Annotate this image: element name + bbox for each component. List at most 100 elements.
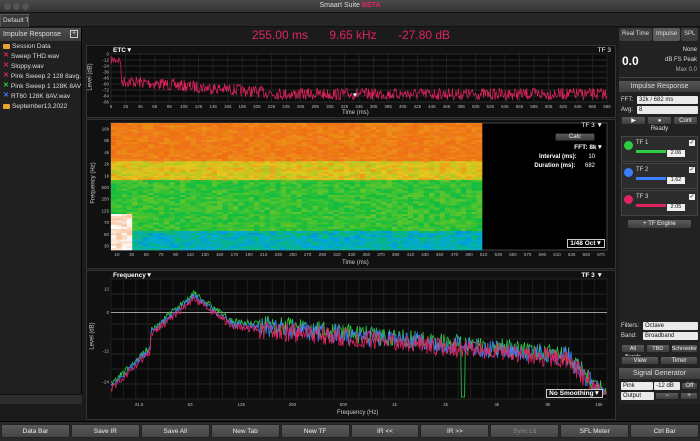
list-item[interactable]: ✕ Sloppy.wav	[0, 61, 81, 71]
trace-delay-slider[interactable]	[636, 177, 666, 180]
tab-default[interactable]: Default Tab	[0, 14, 29, 27]
tab-timer[interactable]: Timer	[660, 355, 698, 365]
cursor-marker-icon[interactable]: ♥	[353, 92, 357, 99]
calc-button[interactable]: Calc	[555, 133, 595, 141]
trace-1[interactable]: TF 1 2.06 ✓	[621, 136, 698, 162]
duration-value[interactable]: 682	[585, 163, 595, 169]
bottom-button-new-tab[interactable]: New Tab	[210, 424, 280, 438]
tab-spl[interactable]: SPL	[681, 28, 699, 41]
trace-color-dot[interactable]	[624, 195, 633, 204]
generator-signal-select[interactable]: Pink Noise	[621, 382, 654, 397]
trace-delay-value[interactable]: 2.06	[667, 150, 685, 157]
remove-icon[interactable]: ✕	[3, 62, 9, 69]
frequency-plot[interactable]: 12 0 -12 -24 31.5 63 125 250 500 1k 2k 4k 8k 16k Freq…	[86, 270, 616, 420]
fft-size-dropdown[interactable]: FFT: 8k▼	[574, 144, 603, 151]
spectrograph-heatmap	[111, 123, 483, 251]
spectrograph-x-tick: 110	[187, 252, 195, 257]
trace-color-dot[interactable]	[624, 141, 633, 150]
filters-row: Filters: Octave	[619, 321, 700, 331]
bottom-button-ctrl-bar[interactable]: Ctrl Bar	[630, 424, 700, 438]
list-item[interactable]: ✕ RT60 128K 8AV.wav	[0, 91, 81, 101]
list-item[interactable]: ✕ Sweep THD.wav	[0, 51, 81, 61]
remove-icon[interactable]: ✕	[3, 82, 9, 89]
tab-tbd[interactable]: TBD	[645, 343, 670, 353]
trace-3[interactable]: TF 3 2.05 ✓	[621, 190, 698, 216]
spectrograph-x-tick: 590	[539, 252, 547, 257]
tab-schroeder[interactable]: Schroeder	[670, 343, 699, 353]
spectrograph-x-tick: 150	[216, 252, 224, 257]
etc-y-tick: -12	[102, 58, 109, 63]
list-item[interactable]: ✕Pink Sweep 2 128 8avg.wav	[0, 71, 81, 81]
spl-value: 0.0	[622, 54, 639, 68]
trace-delay-slider[interactable]	[636, 204, 666, 207]
tab-all-bands[interactable]: All Bands	[621, 343, 645, 360]
generator-output-select[interactable]: Output	[621, 392, 655, 400]
bottom-button-sfl-meter[interactable]: SFL Meter	[560, 424, 630, 438]
spectrograph-x-tick: 430	[421, 252, 429, 257]
bottom-button-new-tf[interactable]: New TF	[280, 424, 350, 438]
etc-x-tick: 565	[516, 104, 524, 109]
spectrograph-trace-label[interactable]: TF 3 ▼	[581, 122, 603, 129]
list-item-label: Sloppy.wav	[11, 62, 44, 70]
list-item[interactable]: ✕Pink Sweep 1 128K 8AVG.wav	[0, 81, 81, 91]
frequency-plot-title[interactable]: Frequency▼	[113, 272, 152, 279]
remove-icon[interactable]: ✕	[3, 72, 9, 79]
level-plus-button[interactable]: +	[680, 392, 698, 400]
filters-block: Filters: Octave Band: Broadband All Band…	[619, 321, 700, 401]
bottom-button-save-ir[interactable]: Save IR	[70, 424, 140, 438]
frequency-smoothing-dropdown[interactable]: No Smoothing▼	[546, 389, 603, 398]
play-button[interactable]: ▶	[621, 116, 646, 125]
spectrograph-x-tick: 550	[509, 252, 517, 257]
level-minus-button[interactable]: −	[655, 392, 680, 400]
trace-visible-checkbox[interactable]: ✓	[689, 167, 695, 173]
interval-value[interactable]: 10	[588, 154, 595, 160]
frequency-x-tick: 16k	[595, 402, 603, 407]
transport-row: ▶ ● Cont	[619, 115, 700, 126]
app-title-text: Smaart Suite	[319, 2, 360, 9]
spectrograph-smoothing-dropdown[interactable]: 1/48 Oct▼	[567, 239, 605, 248]
trace-color-dot[interactable]	[624, 168, 633, 177]
bottom-button-ir-[interactable]: IR <<	[350, 424, 420, 438]
etc-plot[interactable]: 0 -12 -24 -36 -48 -60 -72 -84 -96 5 25 45 65 85 105 125…	[86, 45, 616, 118]
frequency-y-tick: 12	[104, 287, 110, 292]
spectrograph-plot[interactable]: 16k 8k 4k 2k 1k 500 250 125 70 50 30 10 30 50 70 90 110 1…	[86, 119, 616, 269]
band-select[interactable]: Broadband	[643, 332, 698, 340]
tab-real-time[interactable]: Real Time	[619, 28, 653, 41]
add-icon[interactable]: +	[70, 30, 78, 38]
trace-delay-value[interactable]: 1.62	[667, 177, 685, 184]
list-item[interactable]: Session Data	[0, 41, 81, 51]
spl-none: None	[682, 47, 697, 53]
trace-visible-checkbox[interactable]: ✓	[689, 140, 695, 146]
spectrograph-canvas: 16k 8k 4k 2k 1k 500 250 125 70 50 30 10 30 50 70 90 110 1…	[101, 122, 608, 257]
cont-button[interactable]: Cont	[673, 116, 698, 125]
spectrograph-y-axis-label: Frequency (Hz)	[90, 162, 97, 204]
bottom-button-save-all[interactable]: Save All	[140, 424, 210, 438]
list-item[interactable]: September13.2022	[0, 101, 81, 111]
spectrograph-x-tick: 230	[275, 252, 283, 257]
list-item-label: Sweep THD.wav	[11, 52, 60, 60]
fft-select[interactable]: 32k / 682 ms	[637, 96, 698, 104]
single-button[interactable]: ●	[647, 116, 672, 125]
trace-delay-slider[interactable]	[636, 150, 666, 153]
tab-view[interactable]: View	[621, 355, 659, 365]
generator-level-field[interactable]: -12 dB	[654, 382, 680, 390]
bottom-button-data-bar[interactable]: Data Bar	[1, 424, 70, 438]
tab-impulse[interactable]: Impulse	[653, 28, 681, 41]
etc-plot-title[interactable]: ETC▼	[113, 47, 132, 54]
generator-toggle[interactable]: Off	[680, 382, 699, 390]
frequency-trace-label[interactable]: TF 3 ▼	[581, 272, 603, 279]
bottom-button-sync-ld[interactable]: Sync Ld	[490, 424, 560, 438]
etc-x-tick: 505	[472, 104, 480, 109]
bottom-button-ir-[interactable]: IR >>	[420, 424, 490, 438]
filters-select[interactable]: Octave	[643, 322, 698, 330]
tf-engine-button[interactable]: + TF Engine	[627, 219, 692, 229]
trace-2[interactable]: TF 2 1.62 ✓	[621, 163, 698, 189]
remove-icon[interactable]: ✕	[3, 52, 9, 59]
remove-icon[interactable]: ✕	[3, 92, 9, 99]
avg-select[interactable]: 8	[637, 106, 698, 114]
etc-x-tick: 245	[282, 104, 290, 109]
etc-x-tick: 405	[399, 104, 407, 109]
trace-visible-checkbox[interactable]: ✓	[689, 194, 695, 200]
spectrograph-x-tick: 530	[495, 252, 503, 257]
trace-delay-value[interactable]: 2.05	[667, 204, 685, 211]
